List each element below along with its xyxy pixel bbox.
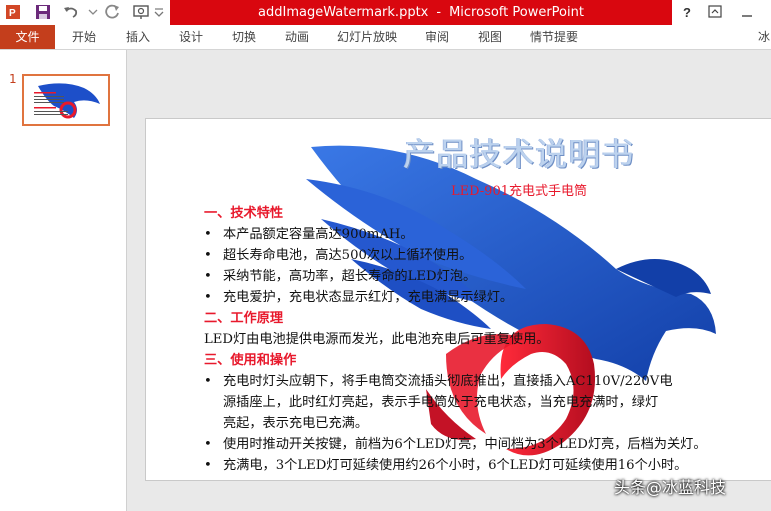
save-icon[interactable] [34,3,52,21]
tab-slideshow[interactable]: 幻灯片放映 [328,25,406,49]
bullet-line: 亮起，表示充电已充满。 [223,416,369,431]
tab-home[interactable]: 开始 [60,25,108,49]
slideshow-icon[interactable] [132,3,150,21]
thumbnail-preview-icon [34,83,100,119]
bullet-item: 使用时推动开关按键，前档为6个LED灯亮，中间档为3个LED灯亮，后档为关灯。 [204,434,764,455]
tab-animations[interactable]: 动画 [273,25,321,49]
bullet-item-multiline: 充电时灯头应朝下，将手电筒交流插头彻底推出，直接插入AC110V/220V电 源… [204,371,764,434]
bullet-item: 充电爱护，充电状态显示红灯，充电满显示绿灯。 [204,287,764,308]
help-icon[interactable]: ? [678,3,696,21]
tab-review[interactable]: 审阅 [413,25,461,49]
slide-title[interactable]: 产品技术说明书 [294,129,744,175]
slide-canvas[interactable]: 产品技术说明书 LED-901充电式手电筒 一、技术特性 本产品额定容量高达90… [145,118,771,481]
workspace: 1 产品技术说明书 LED-901充电式手电筒 一、技术特性 • 本产品额定容量… [0,50,771,511]
section-heading-2: 二、工作原理 [204,311,284,326]
bullet-item: 充满电，3个LED灯可延续使用约26个小时，6个LED灯可延续使用16个小时。 [204,455,764,476]
svg-text:P: P [9,8,16,19]
window-title: addImageWatermark.pptx - Microsoft PowerPo… [170,0,672,25]
ribbon-display-icon[interactable] [706,3,724,21]
undo-icon[interactable] [62,3,80,21]
svg-text:?: ? [683,5,691,20]
section-heading-1: 一、技术特性 [204,206,284,221]
slide-thumbnail-pane: 1 [0,50,127,511]
bullet-item: 本产品额定容量高达900mAH。 [204,224,764,245]
minimize-icon[interactable] [738,3,756,21]
ribbon-tabs: 文件 开始 插入 设计 切换 动画 幻灯片放映 审阅 视图 情节提要 冰 [0,25,771,50]
paragraph: LED灯由电池提供电源而发光，此电池充电后可重复使用。 [204,332,550,347]
undo-dropdown-icon[interactable] [84,3,102,21]
bullet-line: 源插座上，此时红灯亮起，表示手电筒处于充电状态，当充电充满时，绿灯 [223,395,659,410]
tab-transitions[interactable]: 切换 [220,25,268,49]
document-name: addImageWatermark.pptx [258,5,429,20]
user-name[interactable]: 冰 [758,25,770,49]
customize-qat-icon[interactable] [150,3,168,21]
slide-body-text[interactable]: 一、技术特性 本产品额定容量高达900mAH。 超长寿命电池，高达500次以上循… [204,203,764,476]
slide-subtitle[interactable]: LED-901充电式手电筒 [294,180,744,199]
tab-file[interactable]: 文件 [0,25,55,49]
app-name: Microsoft PowerPoint [449,5,584,20]
title-bar: P addImageWatermark.pptx - Microsoft Power… [0,0,771,25]
tab-design[interactable]: 设计 [167,25,215,49]
slide-thumbnail[interactable] [22,74,110,126]
section-heading-3: 三、使用和操作 [204,353,297,368]
overlay-watermark-text: 头条@冰蓝科技 [614,478,727,497]
bullet-line: 充电时灯头应朝下，将手电筒交流插头彻底推出，直接插入AC110V/220V电 [223,374,673,389]
redo-icon[interactable] [104,3,122,21]
tab-insert[interactable]: 插入 [114,25,162,49]
tab-view[interactable]: 视图 [466,25,514,49]
title-separator: - [436,5,442,20]
powerpoint-logo-icon[interactable]: P [6,4,22,20]
bullet-item: 超长寿命电池，高达500次以上循环使用。 [204,245,764,266]
slide-number: 1 [9,72,17,86]
tab-storyboarding[interactable]: 情节提要 [522,25,586,49]
bullet-item: 采纳节能，高功率，超长寿命的LED灯泡。 [204,266,764,287]
